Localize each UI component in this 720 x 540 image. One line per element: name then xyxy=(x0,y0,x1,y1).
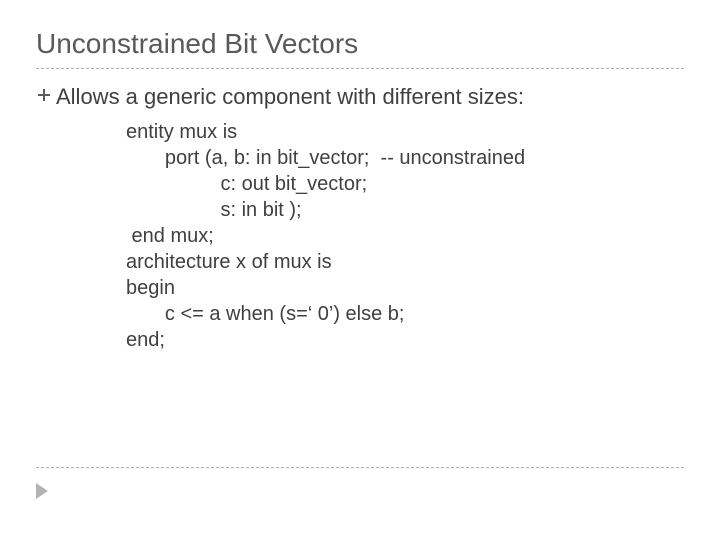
code-line: end mux; xyxy=(126,225,214,247)
code-line: s: in bit ); xyxy=(126,199,302,221)
code-block: entity mux is port (a, b: in bit_vector;… xyxy=(126,119,684,353)
code-line: end; xyxy=(126,329,165,351)
bullet-text: Allows a generic component with differen… xyxy=(56,83,524,111)
code-line: c: out bit_vector; xyxy=(126,173,367,195)
code-line: entity mux is xyxy=(126,121,237,143)
title-divider xyxy=(36,68,684,69)
bullet-icon xyxy=(36,83,52,101)
play-arrow-icon xyxy=(36,483,52,504)
slide-title: Unconstrained Bit Vectors xyxy=(36,28,684,60)
bullet-row: Allows a generic component with differen… xyxy=(36,83,684,111)
slide: Unconstrained Bit Vectors Allows a gener… xyxy=(0,0,720,540)
bottom-divider xyxy=(36,467,684,468)
code-line: begin xyxy=(126,277,175,299)
code-line: architecture x of mux is xyxy=(126,251,332,273)
code-line: port (a, b: in bit_vector; -- unconstrai… xyxy=(126,147,525,169)
code-line: c <= a when (s=‘ 0’) else b; xyxy=(126,303,404,325)
